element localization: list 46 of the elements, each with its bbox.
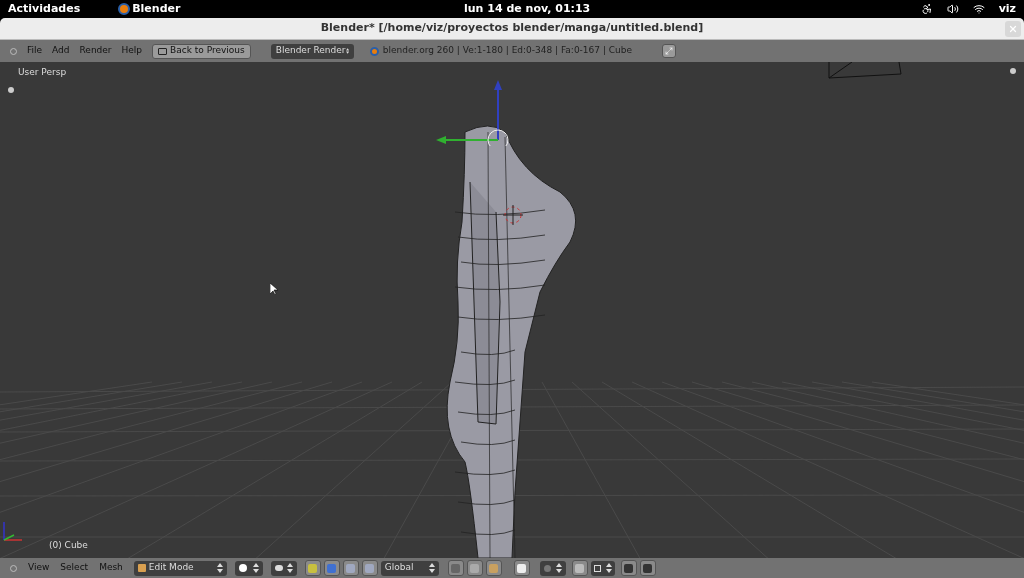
maximize-icon <box>665 47 674 55</box>
updown-arrows-icon <box>605 563 612 573</box>
transform-gizmo-icon <box>436 80 512 146</box>
volume-icon[interactable] <box>946 3 959 15</box>
fullscreen-button[interactable] <box>662 44 677 58</box>
updown-arrows-icon <box>286 563 293 573</box>
updown-arrows-icon <box>345 46 349 56</box>
menu-item[interactable]: Render <box>79 44 112 58</box>
scene-stats: blender.org 260 | Ve:1-180 | Ed:0-348 | Fa:0-167 | Cube <box>382 44 633 58</box>
properties-toggle-icon[interactable] <box>1010 68 1016 74</box>
updown-arrows-icon <box>216 563 223 573</box>
wifi-icon[interactable] <box>972 3 985 15</box>
menu-item[interactable]: Help <box>121 44 143 58</box>
menu-item[interactable]: Add <box>52 44 70 58</box>
menu-item[interactable]: File <box>27 44 43 58</box>
accessibility-icon[interactable] <box>920 3 933 15</box>
clock[interactable]: lun 14 de nov, 01:13 <box>464 0 591 18</box>
app-logo-icon <box>118 3 131 15</box>
orientation-dropdown[interactable]: Global <box>380 560 439 576</box>
proportional-edit-dropdown[interactable] <box>539 560 566 576</box>
updown-arrows-icon <box>252 563 259 573</box>
3d-cursor-icon <box>503 205 523 225</box>
snap-grid-icon <box>593 564 601 572</box>
updown-arrows-icon <box>555 563 562 573</box>
snap-element-dropdown[interactable] <box>590 560 615 576</box>
3d-viewport[interactable]: User Persp (0) Cube <box>0 62 1024 558</box>
back-to-previous-button[interactable]: Back to Previous <box>152 43 251 59</box>
close-icon <box>1008 23 1018 34</box>
activities-button[interactable]: Actividades <box>8 0 81 18</box>
edit-mode-icon <box>137 564 146 572</box>
toolbar-toggle-icon[interactable] <box>8 87 14 93</box>
blender-logo-icon <box>369 46 379 56</box>
app-menu[interactable]: Blender <box>132 0 181 18</box>
window-title: Blender* [/home/viz/proyectos blender/manga/untitled.blend] <box>320 20 704 37</box>
menu-item[interactable]: Select <box>60 561 89 575</box>
object-label: (0) Cube <box>49 538 88 552</box>
mouse-pointer-icon <box>270 283 278 296</box>
mode-dropdown[interactable]: Edit Mode <box>133 560 227 576</box>
updown-arrows-icon <box>428 563 435 573</box>
user-menu[interactable]: viz <box>998 0 1016 18</box>
render-engine-dropdown[interactable]: Blender Render <box>270 43 354 59</box>
menu-item[interactable]: Mesh <box>99 561 123 575</box>
shading-dropdown[interactable] <box>234 560 263 576</box>
pivot-dropdown[interactable] <box>270 560 297 576</box>
view-label: User Persp <box>18 66 67 79</box>
menu-item[interactable]: View <box>28 561 50 575</box>
